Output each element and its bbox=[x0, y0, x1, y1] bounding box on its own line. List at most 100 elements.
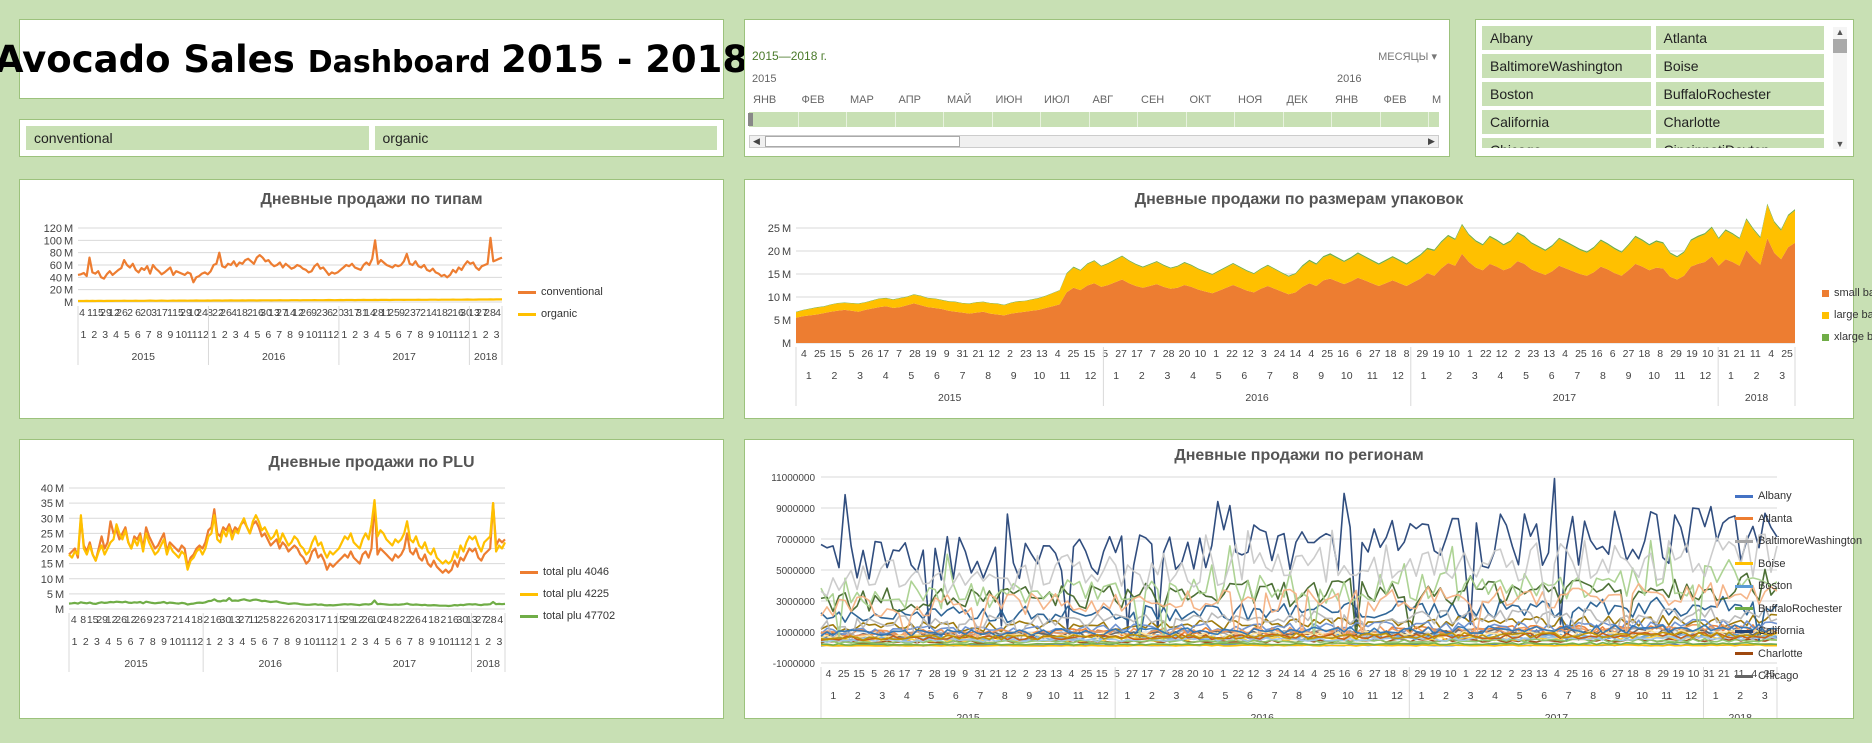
slicer-item-region[interactable]: Albany bbox=[1482, 26, 1651, 50]
title-panel: Avocado Sales Dashboard 2015 - 2018 bbox=[0, 19, 748, 99]
x-day-label: 29 bbox=[1670, 348, 1682, 360]
timeline-month-label[interactable]: СЕН bbox=[1141, 94, 1164, 106]
legend-label: BaltimoreWashington bbox=[1758, 535, 1863, 547]
slicer-item-region[interactable]: Boise bbox=[1655, 54, 1824, 78]
x-month-label: 11 bbox=[181, 636, 192, 648]
x-day-label: 10 bbox=[1688, 668, 1700, 680]
scroll-right-icon[interactable]: ▶ bbox=[1425, 135, 1438, 148]
timeline-level-dropdown[interactable]: МЕСЯЦЫ ▾ bbox=[1378, 50, 1437, 63]
timeline-month-label[interactable]: ФЕВ bbox=[1384, 94, 1407, 106]
slicer-item-region[interactable]: Charlotte bbox=[1655, 110, 1824, 134]
timeline-month-label[interactable]: МАЙ bbox=[947, 94, 971, 106]
timeline-month-label[interactable]: ЯНВ bbox=[753, 94, 776, 106]
x-day-label: 17 bbox=[1131, 348, 1143, 360]
chart-sales-by-region: Дневные продажи по регионам 11000000 9000… bbox=[744, 439, 1862, 719]
scroll-down-icon[interactable]: ▼ bbox=[1833, 139, 1847, 149]
legend-entry: Atlanta bbox=[1735, 513, 1792, 525]
legend-entry: Boise bbox=[1735, 558, 1786, 570]
x-day-label: 10 bbox=[1202, 668, 1214, 680]
x-month-label: 5 bbox=[385, 329, 391, 341]
x-day-label: 25 bbox=[1321, 348, 1333, 360]
x-day-label: 13 bbox=[1036, 348, 1048, 360]
series-line-total-plu-4046 bbox=[68, 502, 506, 574]
timeline-month-label[interactable]: ИЮЛ bbox=[1044, 94, 1070, 106]
x-month-label: 1 bbox=[1113, 370, 1119, 382]
timeline-scroll-thumb[interactable] bbox=[765, 136, 960, 147]
timeline-month-label[interactable]: ДЕК bbox=[1287, 94, 1308, 106]
scroll-up-icon[interactable]: ▲ bbox=[1833, 27, 1847, 37]
timeline-month-label[interactable]: НОЯ bbox=[1238, 94, 1262, 106]
legend-entry: total plu 4225 bbox=[520, 588, 609, 600]
timeline-handle[interactable] bbox=[748, 113, 753, 126]
slicer-item-region[interactable]: California bbox=[1482, 110, 1651, 134]
slicer-item-region[interactable]: Atlanta bbox=[1655, 26, 1824, 50]
x-day-label: 22 bbox=[1480, 348, 1492, 360]
x-day-label: 4 bbox=[185, 614, 191, 626]
x-day-label: 13 bbox=[1050, 668, 1062, 680]
region-slicer-scrollbar[interactable]: ▲ ▼ bbox=[1833, 27, 1847, 149]
timeline-month-label[interactable]: ОКТ bbox=[1190, 94, 1212, 106]
x-day-label: 8 bbox=[270, 614, 276, 626]
x-month-label: 1 bbox=[1728, 370, 1734, 382]
x-month-label: 7 bbox=[276, 329, 282, 341]
x-month-label: 12 bbox=[1700, 370, 1712, 382]
scroll-left-icon[interactable]: ◀ bbox=[750, 135, 763, 148]
slicer-item-region[interactable]: BaltimoreWashington bbox=[1482, 54, 1651, 78]
x-day-label: 10 bbox=[1702, 348, 1714, 360]
timeline-month-label[interactable]: АПР bbox=[899, 94, 921, 106]
x-month-label: 2 bbox=[83, 636, 89, 648]
timeline-month-label[interactable]: ФЕВ bbox=[802, 94, 825, 106]
y-tick-unit: M bbox=[64, 248, 73, 260]
slicer-item-region[interactable]: BuffaloRochester bbox=[1655, 82, 1824, 106]
timeline-month-label[interactable]: АВГ bbox=[1093, 94, 1114, 106]
y-tick-unit: M bbox=[55, 589, 64, 601]
x-day-label: 14 bbox=[1290, 348, 1302, 360]
slicer-item-region[interactable]: Boston bbox=[1482, 82, 1651, 106]
x-month-label: 2 bbox=[217, 636, 223, 648]
x-month-label: 9 bbox=[295, 636, 301, 648]
x-month-label: 3 bbox=[94, 636, 100, 648]
timeline-month-divider bbox=[846, 112, 847, 127]
y-tick-label: 7000000 bbox=[776, 535, 815, 546]
x-month-label: 5 bbox=[928, 690, 934, 702]
series-line-total-plu-47702 bbox=[68, 597, 506, 608]
x-day-label: 15 bbox=[1096, 668, 1108, 680]
timeline-selection-bar[interactable] bbox=[749, 112, 1439, 127]
x-month-label: 5 bbox=[908, 370, 914, 382]
timeline-month-label[interactable]: М bbox=[1432, 94, 1441, 106]
x-day-label: 23 bbox=[1020, 348, 1032, 360]
x-day-label: 28 bbox=[909, 348, 921, 360]
x-month-label: 2 bbox=[1754, 370, 1760, 382]
x-month-label: 9 bbox=[161, 636, 167, 648]
timeline-month-label[interactable]: МАР bbox=[850, 94, 874, 106]
x-month-label: 5 bbox=[116, 636, 122, 648]
slicer-item-organic[interactable]: organic bbox=[374, 126, 717, 150]
timeline-month-label[interactable]: ЯНВ bbox=[1335, 94, 1358, 106]
slicer-item-region[interactable]: CincinnatiDayton bbox=[1655, 138, 1824, 148]
slicer-item-region[interactable]: Chicago bbox=[1482, 138, 1651, 148]
x-day-label: 25 bbox=[1068, 348, 1080, 360]
slicer-item-conventional[interactable]: conventional bbox=[26, 126, 369, 150]
x-month-label: 12 bbox=[328, 329, 340, 341]
timeline-month-divider bbox=[1040, 112, 1041, 127]
x-month-label: 10 bbox=[306, 329, 318, 341]
y-tick-unit: M bbox=[55, 513, 64, 525]
legend-entry: BaltimoreWashington bbox=[1735, 535, 1862, 547]
legend-label: total plu 4046 bbox=[543, 566, 610, 578]
x-month-label: 5 bbox=[1223, 690, 1229, 702]
x-month-label: 6 bbox=[128, 636, 134, 648]
x-month-label: 12 bbox=[192, 636, 204, 648]
x-month-label: 5 bbox=[1517, 690, 1523, 702]
scroll-thumb[interactable] bbox=[1833, 39, 1847, 53]
x-month-label: 3 bbox=[102, 329, 108, 341]
x-year-label: 2015 bbox=[132, 351, 156, 363]
legend-swatch bbox=[518, 290, 536, 294]
x-day-label: 4 bbox=[1554, 668, 1560, 680]
x-month-label: 2 bbox=[1443, 690, 1449, 702]
x-day-label: 2 bbox=[204, 614, 210, 626]
timeline-month-label[interactable]: ИЮН bbox=[996, 94, 1023, 106]
x-day-label: 28 bbox=[929, 668, 941, 680]
x-month-label: 11 bbox=[1661, 690, 1672, 702]
x-day-label: 23 bbox=[153, 614, 165, 626]
legend-swatch bbox=[1735, 494, 1753, 498]
